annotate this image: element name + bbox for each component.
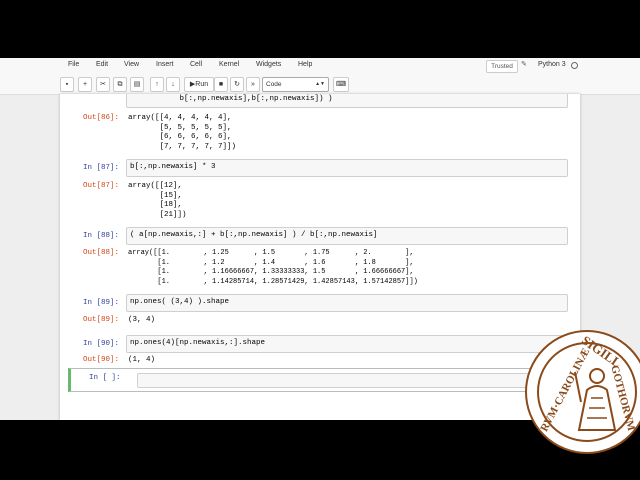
in-prompt-88: In [88]:	[83, 232, 120, 240]
menu-help[interactable]: Help	[298, 61, 312, 68]
cell-90-output: (1, 4)	[128, 356, 156, 364]
cell-86-code[interactable]: b[:,np.newaxis],b[:,np.newaxis]) )	[130, 95, 333, 105]
cell-type-value: Code	[266, 81, 282, 88]
seal-figure-icon	[574, 368, 617, 431]
cell-88-code[interactable]: ( a[np.newaxis,:] + b[:,np.newaxis] ) / …	[130, 231, 378, 241]
stop-icon[interactable]: ■	[214, 77, 228, 92]
kernel-status-icon	[571, 62, 578, 69]
active-empty-cell[interactable]: In [ ]:	[68, 368, 580, 392]
in-prompt-89: In [89]:	[83, 299, 120, 307]
move-down-icon[interactable]: ↓	[166, 77, 180, 92]
restart-run-icon[interactable]: »	[246, 77, 260, 92]
menu-widgets[interactable]: Widgets	[256, 61, 281, 68]
save-icon[interactable]: ▪	[60, 77, 74, 92]
out-prompt-89: Out[89]:	[83, 316, 120, 324]
menu-cell[interactable]: Cell	[190, 61, 202, 68]
run-label: Run	[195, 81, 209, 88]
move-up-icon[interactable]: ↑	[150, 77, 164, 92]
run-button[interactable]: ▶︎Run	[184, 77, 214, 92]
in-prompt-90: In [90]:	[83, 340, 120, 348]
menu-kernel[interactable]: Kernel	[219, 61, 239, 68]
out-prompt-90: Out[90]:	[83, 356, 120, 364]
menu-insert[interactable]: Insert	[156, 61, 174, 68]
menu-bar: File Edit View Insert Cell Kernel Widget…	[0, 58, 640, 75]
select-caret-icon: ▲▼	[315, 81, 325, 87]
menu-view[interactable]: View	[124, 61, 139, 68]
cell-90-code[interactable]: np.ones(4)[np.newaxis,:].shape	[130, 339, 265, 349]
cell-89-code[interactable]: np.ones( (3,4) ).shape	[130, 298, 229, 308]
university-seal-watermark: SIGILL RVM·CAROLINÆ GOTHORVM	[525, 330, 640, 454]
cell-type-select[interactable]: Code ▲▼	[262, 77, 329, 92]
in-prompt-87: In [87]:	[83, 164, 120, 172]
cell-87-output: array([[12], [15], [18], [21]])	[128, 182, 187, 219]
restart-icon[interactable]: ↻	[230, 77, 244, 92]
paste-icon[interactable]: ▤	[130, 77, 144, 92]
cell-86-output: array([[4, 4, 4, 4, 4], [5, 5, 5, 5, 5],…	[128, 114, 237, 151]
add-cell-icon[interactable]: +	[78, 77, 92, 92]
copy-icon[interactable]: ⧉	[113, 77, 127, 92]
menu-file[interactable]: File	[68, 61, 79, 68]
command-palette-icon[interactable]: ⌨	[333, 77, 349, 92]
out-prompt-87: Out[87]:	[83, 182, 120, 190]
empty-cell-input[interactable]	[137, 373, 569, 388]
out-prompt-88: Out[88]:	[83, 249, 120, 257]
cell-89-output: (3, 4)	[128, 316, 156, 324]
toolbar: ▪ + ✂ ⧉ ▤ ↑ ↓ ▶︎Run ■ ↻ » Code ▲▼ ⌨	[0, 75, 640, 95]
notebook-container: b[:,np.newaxis],b[:,np.newaxis]) ) Out[8…	[60, 94, 580, 420]
in-prompt-empty: In [ ]:	[89, 374, 121, 382]
cell-87-code[interactable]: b[:,np.newaxis] * 3	[130, 163, 216, 173]
menu-edit[interactable]: Edit	[96, 61, 108, 68]
pencil-icon[interactable]: ✎	[521, 60, 527, 68]
cell-88-output: array([[1. , 1.25 , 1.5 , 1.75 , 2. ], […	[128, 249, 418, 286]
trusted-badge[interactable]: Trusted	[486, 60, 518, 73]
cut-icon[interactable]: ✂	[96, 77, 110, 92]
kernel-name: Python 3	[538, 61, 566, 68]
out-prompt-86: Out[86]:	[83, 114, 120, 122]
